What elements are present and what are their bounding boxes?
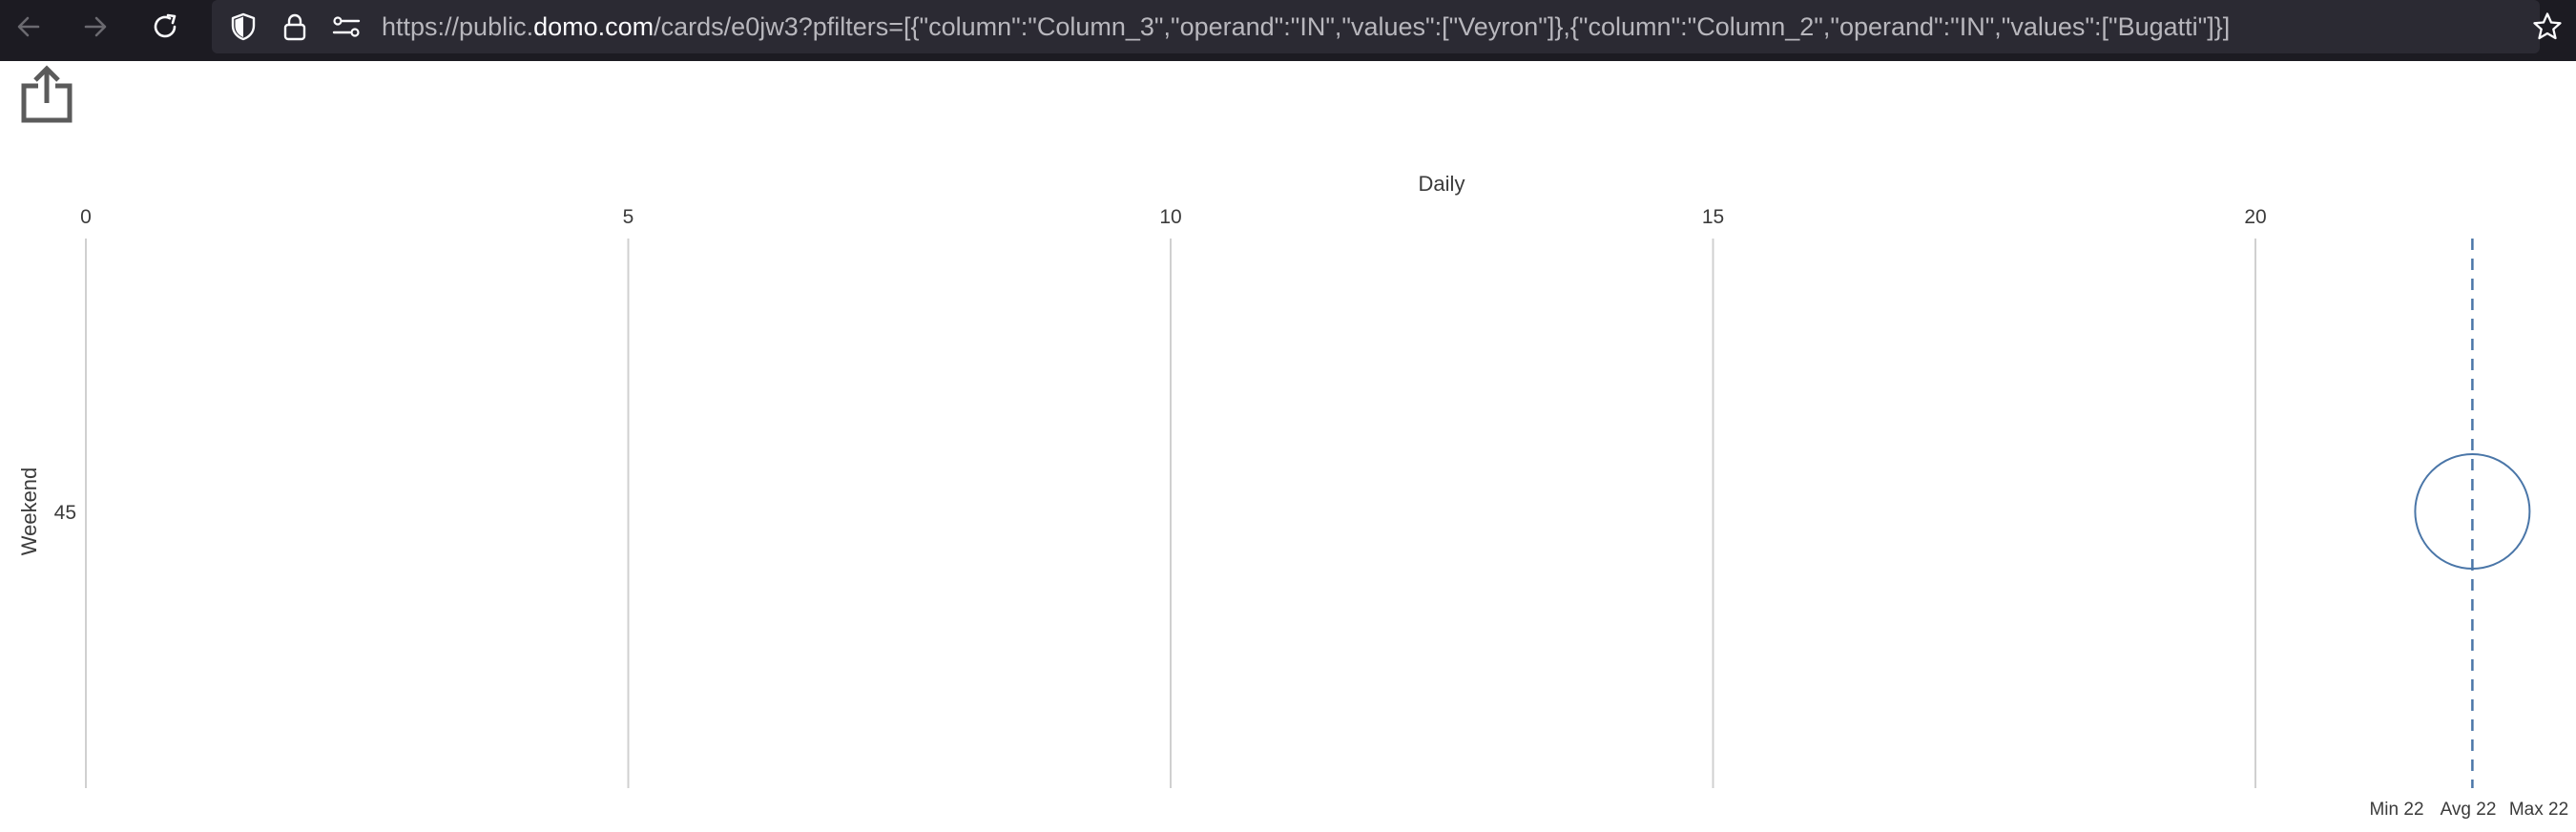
x-tick-label: 15 <box>1702 206 1724 228</box>
summary-label: Min 22 <box>2369 800 2423 820</box>
url-bar[interactable]: https://public.domo.com/cards/e0jw3?pfil… <box>212 0 2540 53</box>
url-path: /cards/e0jw3?pfilters=[{"column":"Column… <box>654 12 2231 41</box>
share-icon <box>21 65 73 123</box>
reload-icon <box>154 13 177 38</box>
arrow-left-icon <box>17 16 40 37</box>
data-point <box>2414 453 2531 570</box>
lock-icon <box>283 13 306 41</box>
permissions-button[interactable] <box>322 0 370 53</box>
browser-toolbar: https://public.domo.com/cards/e0jw3?pfil… <box>0 0 2576 61</box>
site-security-button[interactable] <box>271 0 319 53</box>
summary-label: Max 22 <box>2509 800 2568 820</box>
x-tick-label: 10 <box>1159 206 1181 228</box>
summary-labels: Min 22 Avg 22 Max 22 <box>2369 800 2568 820</box>
x-tick-labels: 0 5 10 15 20 <box>80 206 2267 228</box>
tracking-protection-button[interactable] <box>219 0 267 53</box>
back-button[interactable] <box>0 0 57 53</box>
reload-button[interactable] <box>136 0 194 53</box>
sliders-icon <box>332 16 361 37</box>
x-axis-label: Daily <box>1419 172 1465 196</box>
share-button[interactable] <box>17 63 76 126</box>
x-tick-label: 5 <box>623 206 634 228</box>
shield-icon <box>231 12 256 41</box>
scatter-chart: 0 5 10 15 20 Daily Weekend 45 Min 22 Avg 22 Ma… <box>0 0 2576 832</box>
chart-svg: 0 5 10 15 20 Daily Weekend 45 Min 22 Avg 22 Ma… <box>17 172 2568 820</box>
url-host: domo.com <box>533 12 654 41</box>
data-points <box>2414 453 2531 570</box>
url-prefix: https://public. <box>382 12 534 41</box>
url-text[interactable]: https://public.domo.com/cards/e0jw3?pfil… <box>382 0 2230 53</box>
star-icon <box>2533 12 2562 40</box>
gridlines <box>85 239 2256 788</box>
arrow-right-icon <box>84 16 107 37</box>
bookmark-button[interactable] <box>2519 0 2576 53</box>
y-axis-label: Weekend <box>17 468 41 556</box>
y-tick-label: 45 <box>54 502 76 524</box>
x-tick-label: 0 <box>80 206 92 228</box>
x-tick-label: 20 <box>2244 206 2266 228</box>
forward-button[interactable] <box>67 0 124 53</box>
summary-label: Avg 22 <box>2441 800 2497 820</box>
